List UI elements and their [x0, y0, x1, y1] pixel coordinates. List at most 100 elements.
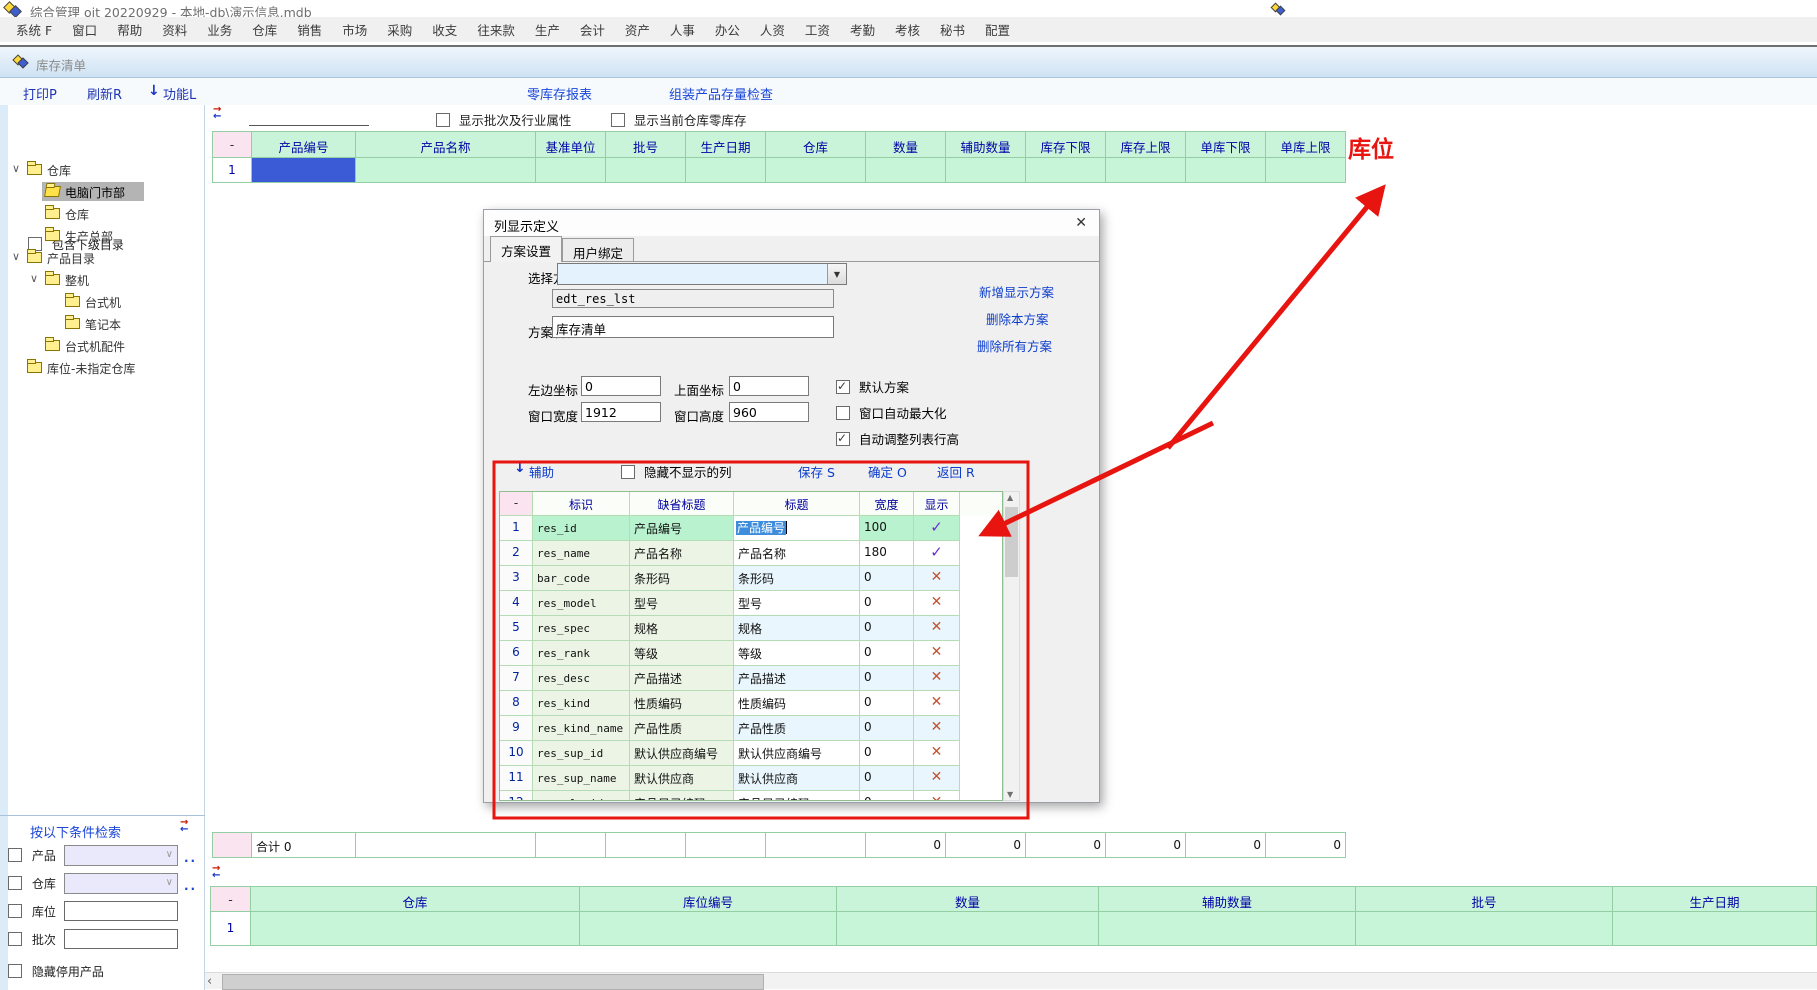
width-cell[interactable]: 100 [860, 516, 914, 541]
default-title-cell[interactable]: 产品描述 [630, 666, 734, 691]
column-row-bar-code[interactable]: 3 bar_code 条形码 条形码 0 ✕ [500, 566, 1002, 591]
dialog-title-bar[interactable]: 列显示定义 ✕ [484, 210, 1099, 236]
visible-check-icon[interactable]: ✓ [914, 516, 960, 541]
warehouse-filter-checkbox[interactable] [8, 876, 22, 890]
grid-cell[interactable] [536, 157, 606, 183]
aux-button[interactable]: 辅助 [529, 462, 554, 481]
row-number-cell[interactable]: 4 [500, 591, 533, 616]
header-cell[interactable]: 数量 [866, 131, 946, 158]
width-cell[interactable]: 0 [860, 591, 914, 616]
tree-item-warehouse-root[interactable]: ∨ 仓库 [0, 160, 205, 180]
menu-attendance[interactable]: 考勤 [840, 20, 885, 39]
field-id-cell[interactable]: res_model [533, 591, 630, 616]
header-cell[interactable]: 标题 [734, 492, 860, 516]
grid-cell-selected[interactable] [252, 157, 356, 183]
header-cell[interactable]: 数量 [837, 886, 1099, 912]
row-number-cell[interactable]: 11 [500, 766, 533, 791]
width-cell[interactable]: 0 [860, 766, 914, 791]
menu-business[interactable]: 业务 [197, 20, 242, 39]
back-button[interactable]: 返回 R [937, 462, 975, 481]
field-id-cell[interactable]: res_rank [533, 641, 630, 666]
grid-cell[interactable] [356, 157, 536, 183]
width-cell[interactable]: 0 [860, 741, 914, 766]
menu-accounting[interactable]: 会计 [570, 20, 615, 39]
header-cell[interactable]: - [212, 131, 252, 158]
hidden-x-icon[interactable]: ✕ [914, 666, 960, 691]
width-cell[interactable]: 0 [860, 791, 914, 801]
delete-all-schemes-link[interactable]: 删除所有方案 [977, 336, 1052, 355]
combo-arrow-icon[interactable]: ▼ [827, 264, 846, 284]
field-id-cell[interactable]: res_spec [533, 616, 630, 641]
header-cell[interactable]: 生产日期 [1613, 886, 1817, 912]
grid-cell[interactable] [837, 911, 1099, 946]
header-cell[interactable]: 基准单位 [536, 131, 606, 158]
field-id-cell[interactable]: res_cls_id [533, 791, 630, 801]
row-number-cell[interactable]: 1 [210, 911, 251, 946]
column-row-res-desc[interactable]: 7 res_desc 产品描述 产品描述 0 ✕ [500, 666, 1002, 691]
expander-icon[interactable]: ∨ [30, 272, 38, 285]
add-scheme-link[interactable]: 新增显示方案 [979, 282, 1054, 301]
expander-icon[interactable]: ∨ [12, 250, 20, 263]
width-cell[interactable]: 180 [860, 541, 914, 566]
default-title-cell[interactable]: 产品性质 [630, 716, 734, 741]
swap-bottom-grid-icon[interactable]: →← [212, 866, 229, 880]
default-title-cell[interactable]: 条形码 [630, 566, 734, 591]
title-cell[interactable]: 等级 [734, 641, 860, 666]
grid-cell[interactable] [946, 157, 1026, 183]
menu-secretary[interactable]: 秘书 [930, 20, 975, 39]
app-tray-icon[interactable] [1272, 2, 1286, 15]
grid-cell[interactable] [251, 911, 580, 946]
hidden-x-icon[interactable]: ✕ [914, 691, 960, 716]
header-cell[interactable]: 单库下限 [1186, 131, 1266, 158]
width-cell[interactable]: 0 [860, 716, 914, 741]
header-cell[interactable]: 辅助数量 [946, 131, 1026, 158]
title-cell[interactable]: 产品描述 [734, 666, 860, 691]
field-id-cell[interactable]: res_desc [533, 666, 630, 691]
warehouse-filter-combobox[interactable]: ∨ [64, 873, 178, 894]
field-id-cell[interactable]: res_name [533, 541, 630, 566]
hidden-x-icon[interactable]: ✕ [914, 766, 960, 791]
function-button[interactable]: 功能L [163, 84, 196, 103]
title-cell[interactable]: 产品目录编码 [734, 791, 860, 801]
save-button[interactable]: 保存 S [798, 462, 835, 481]
default-scheme-checkbox[interactable] [836, 380, 850, 394]
menu-assessment[interactable]: 考核 [885, 20, 930, 39]
batch-filter-input[interactable] [64, 929, 178, 949]
title-cell[interactable]: 性质编码 [734, 691, 860, 716]
product-browse-link[interactable]: .. [184, 851, 197, 865]
hidden-x-icon[interactable]: ✕ [914, 741, 960, 766]
menu-hr[interactable]: 人事 [660, 20, 705, 39]
grid-cell[interactable] [1026, 157, 1106, 183]
row-number-cell[interactable]: 3 [500, 566, 533, 591]
menu-assets[interactable]: 资产 [615, 20, 660, 39]
row-number-cell[interactable]: 1 [500, 516, 533, 541]
product-filter-checkbox[interactable] [8, 848, 22, 862]
grid-cell[interactable] [1099, 911, 1356, 946]
hidden-x-icon[interactable]: ✕ [914, 716, 960, 741]
ok-button[interactable]: 确定 O [868, 462, 907, 481]
width-cell[interactable]: 0 [860, 641, 914, 666]
tree-item-warehouse[interactable]: 仓库 [0, 204, 205, 224]
header-cell[interactable]: 批号 [606, 131, 686, 158]
row-number-cell[interactable]: 8 [500, 691, 533, 716]
menu-config[interactable]: 配置 [975, 20, 1020, 39]
header-cell[interactable]: 库位编号 [580, 886, 837, 912]
hide-hidden-columns-checkbox[interactable] [621, 465, 635, 479]
vertical-scrollbar[interactable]: ▲ ▼ [1003, 491, 1020, 801]
hidden-x-icon[interactable]: ✕ [914, 641, 960, 666]
tree-item-complete-machines[interactable]: ∨ 整机 [0, 270, 205, 290]
menu-system[interactable]: 系统 F [6, 20, 62, 39]
top-coord-input[interactable]: 0 [729, 376, 809, 396]
field-id-cell[interactable]: res_kind [533, 691, 630, 716]
default-title-cell[interactable]: 默认供应商 [630, 766, 734, 791]
row-number-cell[interactable]: 6 [500, 641, 533, 666]
width-cell[interactable]: 0 [860, 666, 914, 691]
header-cell[interactable]: 生产日期 [686, 131, 766, 158]
tab-scheme-settings[interactable]: 方案设置 [490, 236, 562, 262]
grid-cell[interactable] [1186, 157, 1266, 183]
grid-cell[interactable] [766, 157, 866, 183]
column-row-res-kind[interactable]: 8 res_kind 性质编码 性质编码 0 ✕ [500, 691, 1002, 716]
width-cell[interactable]: 0 [860, 691, 914, 716]
column-row-res-sup-id[interactable]: 10 res_sup_id 默认供应商编号 默认供应商编号 0 ✕ [500, 741, 1002, 766]
scheme-name-input[interactable]: 库存清单 [552, 316, 834, 338]
